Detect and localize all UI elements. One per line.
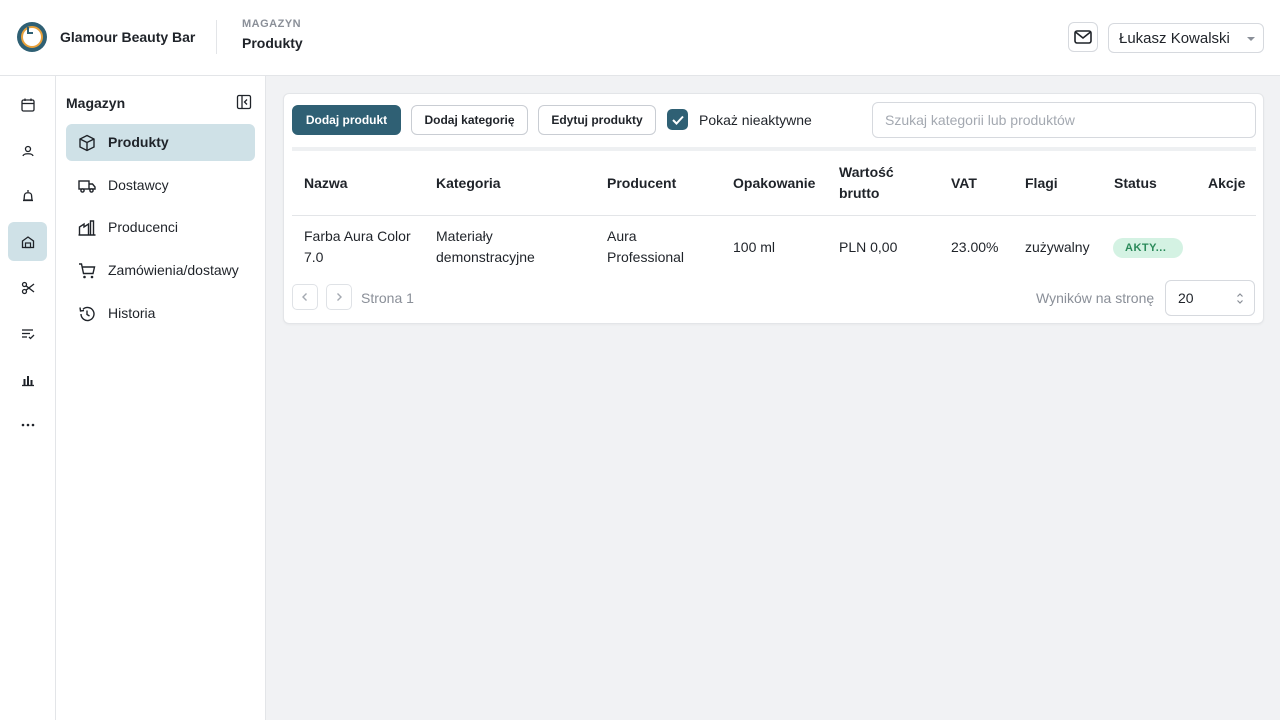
show-inactive-checkbox[interactable]: [667, 109, 688, 130]
messages-button[interactable]: [1068, 22, 1098, 52]
clock-logo-face: [21, 26, 43, 48]
products-card: Dodaj produkt Dodaj kategorię Edytuj pro…: [283, 93, 1264, 324]
cell-packaging: 100 ml: [733, 239, 776, 255]
subnav-item-label: Historia: [108, 305, 156, 321]
reports-icon: [21, 375, 34, 386]
history-icon: [79, 306, 95, 322]
chevron-left-icon: [302, 293, 307, 301]
table-top-border: [292, 147, 1256, 151]
subnav-item-dostawcy[interactable]: Dostawcy: [66, 167, 255, 204]
next-page-button[interactable]: [326, 284, 352, 310]
notifications-icon: [22, 189, 33, 201]
column-header-vat[interactable]: VAT: [951, 173, 977, 194]
search-input[interactable]: [872, 102, 1256, 138]
column-header-gross-value[interactable]: Wartość brutto: [839, 162, 894, 204]
cell-name-line1: Farba Aura Color: [304, 228, 411, 244]
add-category-button[interactable]: Dodaj kategorię: [411, 105, 528, 135]
subnav-item-label: Zamówienia/dostawy: [108, 262, 239, 278]
checkmark-icon: [671, 115, 684, 125]
warehouse-icon: [21, 235, 34, 248]
column-header-actions: Akcje: [1208, 175, 1246, 191]
subnav-item-label: Produkty: [108, 134, 169, 150]
rail-clients[interactable]: [8, 131, 47, 170]
collapse-sidebar-icon: [236, 94, 252, 110]
edit-products-button[interactable]: Edytuj produkty: [538, 105, 656, 135]
subnav-item-label: Dostawcy: [108, 177, 169, 193]
column-header-producer[interactable]: Producent: [607, 173, 676, 194]
cell-gross-value: PLN 0,00: [839, 239, 898, 255]
subnav-item-label: Producenci: [108, 219, 179, 235]
column-header-packaging[interactable]: Opakowanie: [733, 173, 815, 194]
status-badge: AKTY...: [1113, 238, 1183, 258]
page-title: Produkty: [242, 35, 303, 51]
subnav-title: Magazyn: [66, 95, 126, 111]
chevron-right-icon: [337, 293, 342, 301]
factory-icon: [78, 220, 96, 236]
select-arrows-icon: [1237, 293, 1243, 304]
subnav-item-zamowienia[interactable]: Zamówienia/dostawy: [66, 252, 255, 289]
per-page-value: 20: [1178, 290, 1194, 306]
rail-more[interactable]: [8, 405, 47, 444]
services-icon: [21, 281, 34, 294]
user-name: Łukasz Kowalski: [1119, 30, 1230, 47]
column-header-name[interactable]: Nazwa: [304, 173, 348, 194]
header-divider: [216, 20, 217, 54]
warehouse-subnav: Magazyn Produkty Dostawcy Producenci Zam…: [56, 76, 266, 720]
clients-icon: [21, 145, 34, 156]
subnav-item-produkty[interactable]: Produkty: [66, 124, 255, 161]
column-header-flags[interactable]: Flagi: [1025, 173, 1058, 194]
tasks-icon: [21, 328, 34, 339]
rail-calendar[interactable]: [8, 85, 47, 124]
rail-notifications[interactable]: [8, 176, 47, 215]
column-header-status[interactable]: Status: [1114, 173, 1157, 194]
column-header-gross-value-line2: brutto: [839, 185, 880, 201]
chevron-down-icon: [1247, 37, 1255, 41]
cell-vat: 23.00%: [951, 239, 999, 255]
rail-warehouse[interactable]: [8, 222, 47, 261]
mail-icon: [1074, 30, 1092, 44]
column-header-gross-value-line1: Wartość: [839, 164, 894, 180]
more-icon: [21, 423, 34, 426]
rail-services[interactable]: [8, 268, 47, 307]
calendar-icon: [20, 98, 35, 112]
truck-icon: [78, 180, 96, 193]
cart-icon: [79, 263, 96, 279]
subnav-item-producenci[interactable]: Producenci: [66, 209, 255, 246]
rail-reports[interactable]: [8, 360, 47, 399]
subnav-item-historia[interactable]: Historia: [66, 295, 255, 332]
prev-page-button[interactable]: [292, 284, 318, 310]
user-select[interactable]: Łukasz Kowalski: [1108, 23, 1264, 53]
page-indicator: Strona 1: [361, 290, 414, 306]
cell-category-line2: demonstracyjne: [436, 249, 535, 265]
add-product-button[interactable]: Dodaj produkt: [292, 105, 401, 135]
icon-rail: [0, 76, 56, 720]
cell-name: Farba Aura Color 7.0: [304, 226, 411, 268]
cell-producer: Aura Professional: [607, 226, 684, 268]
box-icon: [79, 134, 95, 152]
column-header-category[interactable]: Kategoria: [436, 173, 501, 194]
cell-producer-line1: Aura: [607, 228, 637, 244]
per-page-select[interactable]: 20: [1165, 280, 1255, 316]
cell-category-line1: Materiały: [436, 228, 493, 244]
cell-category: Materiały demonstracyjne: [436, 226, 535, 268]
rail-tasks[interactable]: [8, 314, 47, 353]
header-divider-line: [292, 215, 1256, 216]
per-page-label: Wyników na stronę: [1036, 290, 1155, 306]
cell-flags: zużywalny: [1025, 239, 1090, 255]
brand-logo[interactable]: [17, 22, 47, 52]
cell-producer-line2: Professional: [607, 249, 685, 265]
show-inactive-label: Pokaż nieaktywne: [699, 112, 812, 128]
collapse-sidebar-button[interactable]: [236, 94, 252, 110]
top-header: Glamour Beauty Bar MAGAZYN Produkty Łuka…: [0, 0, 1280, 76]
section-label: MAGAZYN: [242, 18, 302, 30]
cell-name-line2: 7.0: [304, 249, 324, 265]
brand-name: Glamour Beauty Bar: [60, 29, 196, 45]
